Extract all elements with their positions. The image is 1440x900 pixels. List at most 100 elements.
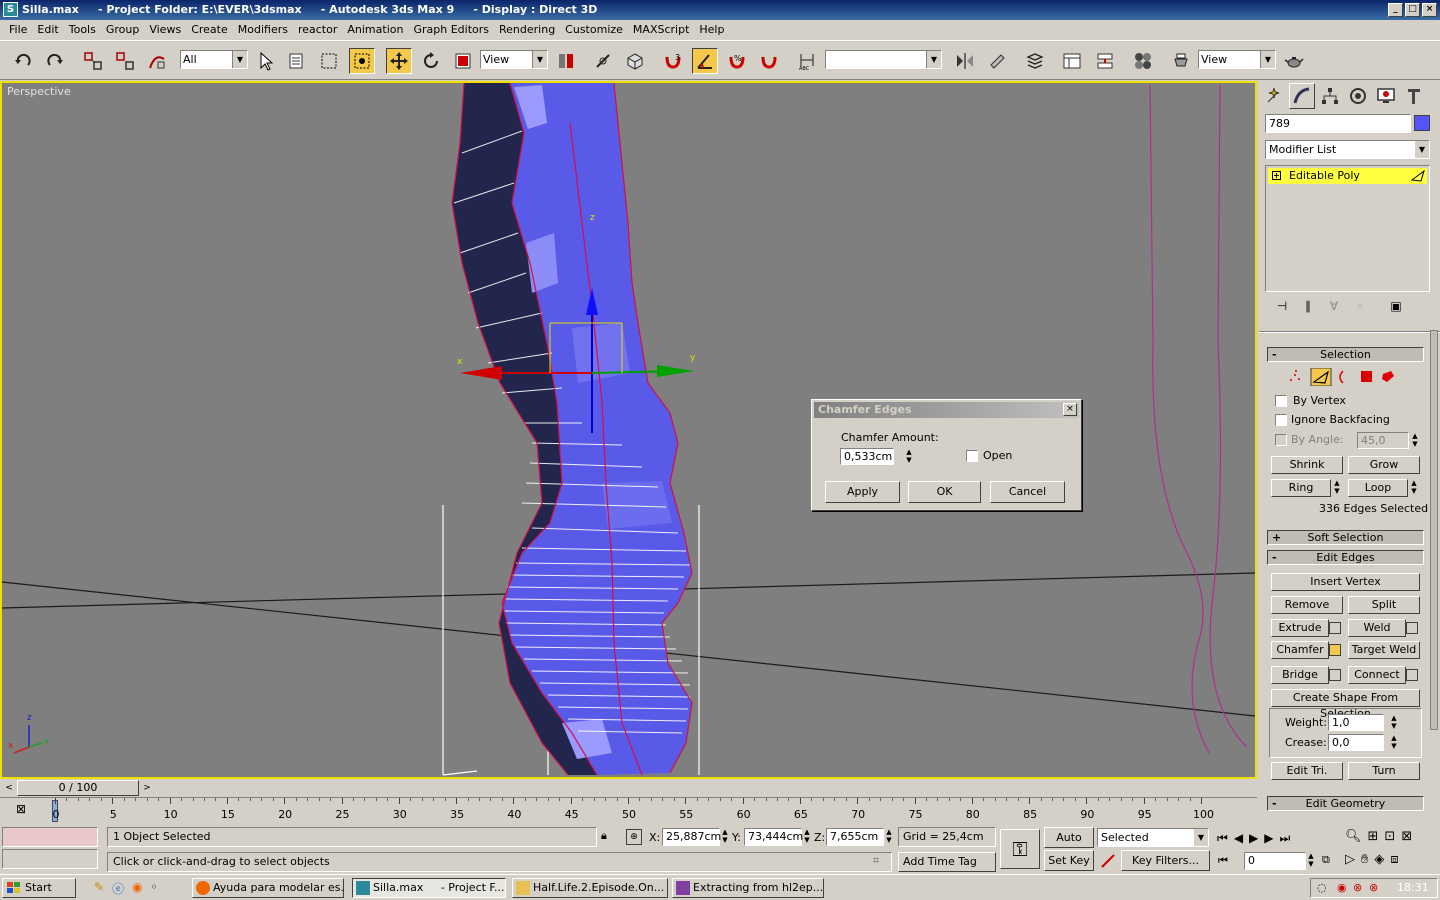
hierarchy-tab-icon[interactable]: [1317, 83, 1343, 109]
menu-file[interactable]: File: [4, 20, 32, 40]
maximize-viewport-icon[interactable]: ⧈: [1390, 852, 1398, 867]
key-mode-dropdown[interactable]: Selected ▼: [1097, 828, 1209, 847]
zoom-all-icon[interactable]: ⊞: [1368, 829, 1379, 844]
create-tab-icon[interactable]: [1261, 83, 1287, 109]
dialog-close-button[interactable]: ×: [1063, 403, 1077, 416]
chamfer-amount-spinner[interactable]: ▲ ▼: [904, 448, 914, 466]
unlink-selection-icon[interactable]: [112, 48, 138, 74]
snaps-toggle-icon[interactable]: 3: [660, 48, 686, 74]
tray-icon-1[interactable]: ◌: [1317, 881, 1327, 894]
time-configuration-icon[interactable]: ⧉: [1322, 853, 1338, 869]
ignore-backfacing-checkbox[interactable]: [1275, 414, 1287, 426]
select-and-move-icon[interactable]: [386, 48, 412, 74]
schematic-view-icon[interactable]: [1092, 48, 1118, 74]
key-filters-button[interactable]: Key Filters...: [1121, 850, 1210, 871]
edit-tri-button[interactable]: Edit Tri.: [1271, 762, 1343, 780]
selection-filter-dropdown[interactable]: All ▼: [180, 50, 248, 69]
menu-rendering[interactable]: Rendering: [494, 20, 560, 40]
modify-tab-icon[interactable]: [1289, 83, 1315, 109]
go-to-end-icon[interactable]: ⏭: [1280, 831, 1291, 846]
maximize-button[interactable]: □: [1405, 3, 1420, 17]
configure-modifier-sets-icon[interactable]: ▣: [1383, 299, 1409, 313]
spinner-snap-icon[interactable]: [756, 48, 782, 74]
edit-edges-rollout-header[interactable]: - Edit Edges: [1267, 550, 1424, 565]
display-tab-icon[interactable]: [1373, 83, 1399, 109]
chamfer-settings-button[interactable]: [1329, 644, 1341, 656]
turn-button[interactable]: Turn: [1348, 762, 1420, 780]
window-crossing-icon[interactable]: [349, 48, 375, 74]
material-editor-icon[interactable]: [1130, 48, 1156, 74]
create-shape-button[interactable]: Create Shape From Selection: [1271, 689, 1420, 720]
z-coord-input[interactable]: 7,655cm: [826, 828, 884, 846]
minimize-button[interactable]: _: [1388, 3, 1403, 17]
time-slider-thumb[interactable]: 0 / 100: [17, 780, 139, 796]
rectangular-selection-icon[interactable]: [316, 48, 342, 74]
utilities-tab-icon[interactable]: [1401, 83, 1427, 109]
show-end-result-icon[interactable]: ∥: [1295, 299, 1321, 313]
selection-rollout-header[interactable]: - Selection: [1267, 347, 1424, 362]
current-frame-input[interactable]: 0: [1244, 852, 1306, 870]
zoom-icon[interactable]: 🔍︎: [1345, 829, 1362, 844]
menu-create[interactable]: Create: [186, 20, 233, 40]
stack-item-editable-poly[interactable]: + Editable Poly: [1268, 168, 1427, 184]
make-unique-icon[interactable]: ∀: [1321, 299, 1347, 313]
bridge-settings-button[interactable]: [1329, 669, 1341, 681]
insert-vertex-button[interactable]: Insert Vertex: [1271, 573, 1420, 591]
extrude-settings-button[interactable]: [1329, 622, 1341, 634]
split-button[interactable]: Split: [1348, 596, 1420, 614]
connect-settings-button[interactable]: [1406, 669, 1418, 681]
time-tag-icon[interactable]: ⌗: [873, 854, 891, 870]
menu-group[interactable]: Group: [101, 20, 145, 40]
ring-spinner[interactable]: ▲ ▼: [1332, 479, 1342, 497]
3dsmax-app-icon[interactable]: S: [3, 2, 18, 17]
ring-button[interactable]: Ring: [1271, 479, 1331, 497]
remove-modifier-icon[interactable]: ◦: [1347, 299, 1373, 313]
play-icon[interactable]: ▶: [1249, 831, 1258, 846]
chamfer-button[interactable]: Chamfer: [1271, 641, 1329, 659]
edit-named-selections-icon[interactable]: ABC: [794, 48, 820, 74]
set-key-button[interactable]: Set Key: [1044, 850, 1094, 871]
tray-icon-4[interactable]: ⊗: [1369, 881, 1378, 894]
x-coord-input[interactable]: 25,887cm: [662, 828, 721, 846]
reference-coordinate-dropdown[interactable]: View ▼: [480, 50, 548, 69]
mirror-icon[interactable]: [952, 48, 978, 74]
next-frame-arrow[interactable]: >: [140, 780, 154, 796]
task-firefox[interactable]: Ayuda para modelar es...: [192, 878, 344, 898]
mini-curve-editor-icon[interactable]: ⊠: [10, 802, 32, 822]
key-mode-toggle-icon[interactable]: ⏮: [1218, 854, 1232, 868]
edit-geometry-rollout-header[interactable]: - Edit Geometry: [1267, 796, 1424, 811]
quick-launch-misc-icon[interactable]: ◦: [151, 880, 158, 897]
y-coord-spinner[interactable]: ▲ ▼: [802, 828, 812, 846]
menu-reactor[interactable]: reactor: [293, 20, 342, 40]
ie-browser-icon[interactable]: ⓔ: [112, 880, 124, 897]
connect-button[interactable]: Connect: [1348, 666, 1406, 684]
menu-tools[interactable]: Tools: [64, 20, 101, 40]
next-frame-icon[interactable]: ▶: [1264, 831, 1273, 846]
cancel-button[interactable]: Cancel: [990, 481, 1065, 503]
maxscript-output-mini[interactable]: [2, 849, 98, 869]
layer-manager-icon[interactable]: [1022, 48, 1048, 74]
quick-render-teapot-icon[interactable]: [1281, 48, 1307, 74]
redo-icon[interactable]: [42, 48, 68, 74]
task-folder[interactable]: Half.Life.2.Episode.On...: [512, 878, 668, 898]
tray-icon-2[interactable]: ◉: [1337, 881, 1347, 894]
trackbar[interactable]: ⊠ 0 5 10 15 20 25 30 35 40 45 50 55 60 65 70 75 80 85 90 95…: [0, 797, 1257, 825]
align-icon[interactable]: [984, 48, 1010, 74]
menu-animation[interactable]: Animation: [342, 20, 408, 40]
pin-stack-icon[interactable]: ⊣: [1269, 299, 1295, 313]
expand-icon[interactable]: +: [1272, 171, 1281, 180]
object-color-swatch[interactable]: [1414, 115, 1430, 131]
crease-input[interactable]: 0,0: [1328, 734, 1384, 751]
weight-input[interactable]: 1,0: [1328, 714, 1384, 731]
menu-edit[interactable]: Edit: [32, 20, 63, 40]
weld-button[interactable]: Weld: [1348, 619, 1406, 637]
go-to-start-icon[interactable]: ⏮: [1217, 831, 1228, 846]
soft-selection-rollout-header[interactable]: + Soft Selection: [1267, 530, 1424, 545]
keyboard-shortcut-override-icon[interactable]: [622, 48, 648, 74]
weight-spinner[interactable]: ▲ ▼: [1389, 714, 1399, 732]
close-button[interactable]: ×: [1422, 3, 1437, 17]
bridge-button[interactable]: Bridge: [1271, 666, 1329, 684]
by-angle-spinner[interactable]: ▲ ▼: [1410, 432, 1420, 450]
maxscript-listener-mini[interactable]: [2, 827, 98, 847]
menu-graph-editors[interactable]: Graph Editors: [408, 20, 494, 40]
